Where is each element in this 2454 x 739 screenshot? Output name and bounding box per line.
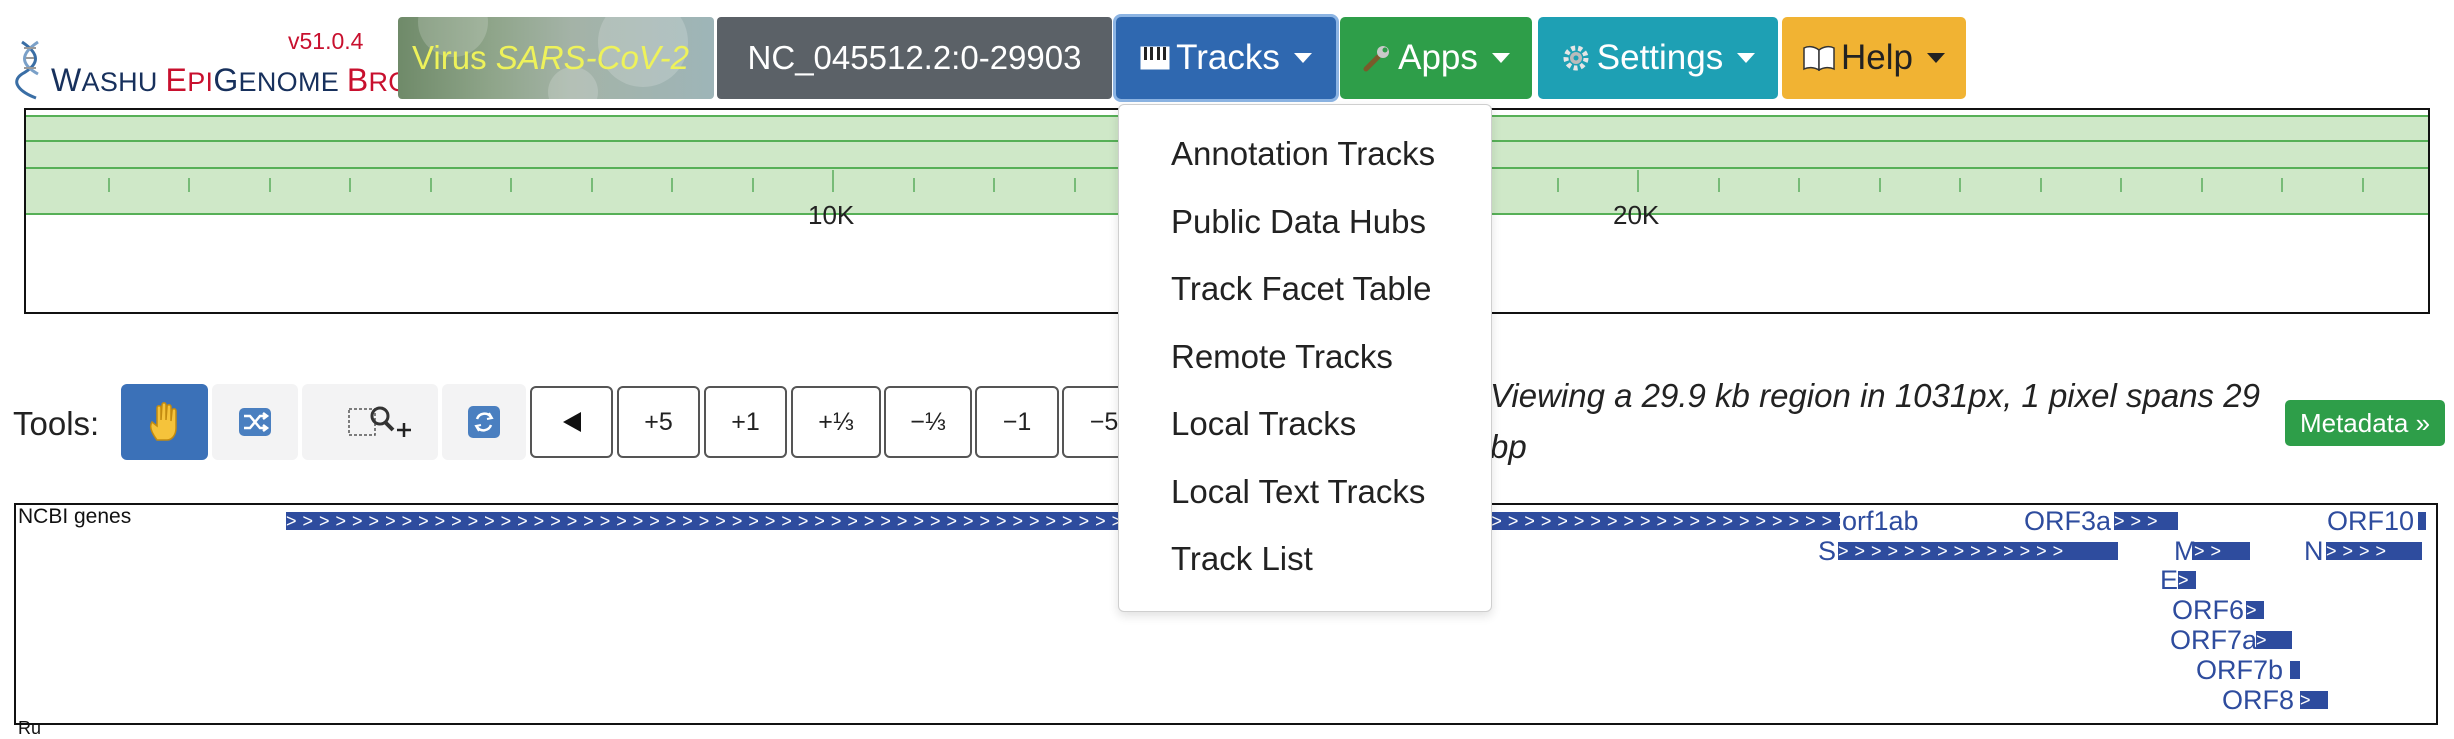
ruler-tick [188, 178, 190, 192]
app-logo[interactable]: v51.0.4 WASHU EPIGENOME BROWSER [10, 18, 492, 100]
gene-bar-m[interactable]: >> [2194, 542, 2250, 560]
tracks-dropdown-menu: Annotation Tracks Public Data Hubs Track… [1118, 104, 1492, 612]
next-track-label: Ru [18, 718, 42, 738]
tools-label: Tools: [13, 405, 100, 442]
ruler-tick [993, 178, 995, 192]
ruler-tick [107, 178, 110, 192]
menu-item-remote-tracks[interactable]: Remote Tracks [1171, 338, 1393, 376]
gene-label-orf10[interactable]: ORF10 [2327, 507, 2414, 535]
ruler-tick [2200, 178, 2203, 192]
genome-label: Virus SARS-CoV-2 [412, 39, 689, 76]
gene-bar-orf6[interactable]: > [2246, 601, 2264, 619]
help-menu-label: Help [1841, 38, 1913, 77]
refresh-icon [468, 406, 500, 438]
gene-label-s[interactable]: S [1818, 537, 1836, 565]
ruler-tick [2281, 178, 2283, 192]
gene-label-orf6[interactable]: ORF6 [2172, 596, 2244, 624]
gene-bar-orf7a[interactable]: > [2256, 631, 2292, 649]
zoom-in-5-button[interactable]: +5 [617, 386, 700, 458]
ruler-tick [429, 178, 432, 192]
zoom-in-third-button[interactable]: +⅓ [791, 386, 881, 458]
reorder-tool-button[interactable] [212, 384, 298, 460]
piano-icon [1140, 46, 1170, 70]
ruler-tick [349, 178, 351, 192]
ruler-tick [751, 178, 754, 192]
gene-label-orf8[interactable]: ORF8 [2222, 686, 2294, 714]
region-button[interactable]: NC_045512.2:0-29903 [717, 17, 1112, 99]
ruler-tick [912, 178, 915, 192]
shuffle-icon [239, 408, 271, 436]
ruler-tick [2039, 178, 2042, 192]
metadata-button[interactable]: Metadata » [2285, 400, 2445, 446]
menu-item-track-facet-table[interactable]: Track Facet Table [1171, 270, 1431, 308]
gene-label-orf3a[interactable]: ORF3a [2024, 507, 2111, 535]
hand-icon [149, 402, 177, 441]
zoom-out-third-button[interactable]: −⅓ [884, 386, 972, 458]
apps-menu-button[interactable]: Apps [1340, 17, 1532, 99]
settings-menu-button[interactable]: Settings [1538, 17, 1778, 99]
menu-item-public-data-hubs[interactable]: Public Data Hubs [1171, 203, 1426, 241]
zoom-region-tool-button[interactable] [302, 384, 438, 460]
gene-bar-e[interactable]: > [2178, 571, 2196, 589]
chevron-down-icon [1491, 53, 1510, 63]
ruler-label-10k: 10K [808, 200, 855, 230]
gene-label-e[interactable]: E [2160, 566, 2178, 594]
tracks-menu-button[interactable]: Tracks [1116, 17, 1336, 99]
genome-button[interactable]: Virus SARS-CoV-2 [398, 17, 714, 99]
ruler-tick [1717, 178, 1720, 192]
gene-label-orf7b[interactable]: ORF7b [2196, 656, 2283, 684]
tracks-menu-label: Tracks [1176, 38, 1280, 77]
ruler-tick [2361, 178, 2364, 192]
dna-logo-icon [15, 40, 39, 100]
zoom-in-1-button[interactable]: +1 [704, 386, 787, 458]
gene-bar-n[interactable]: >>>> [2326, 542, 2422, 560]
ruler-tick [1073, 178, 1076, 192]
reset-tool-button[interactable] [442, 384, 526, 460]
chevron-down-icon [1293, 53, 1312, 63]
ruler-tick [2120, 178, 2122, 192]
pan-left-button[interactable] [530, 386, 613, 458]
ruler-tick [1959, 178, 1961, 192]
app-version: v51.0.4 [288, 28, 364, 54]
triangle-left-icon [562, 412, 581, 432]
gene-bar-orf8[interactable]: > [2300, 691, 2328, 709]
ruler-tick [510, 178, 512, 192]
menu-item-local-text-tracks[interactable]: Local Text Tracks [1171, 473, 1425, 511]
ruler-label-20k: 20K [1613, 200, 1660, 230]
ruler-tick [1878, 178, 1881, 192]
ruler-tick [268, 178, 271, 192]
ruler-tick [832, 170, 834, 192]
track-label: NCBI genes [18, 505, 132, 528]
ruler-tick [671, 178, 673, 192]
ruler-tick [590, 178, 593, 192]
gene-label-m[interactable]: M [2174, 537, 2197, 565]
menu-item-local-tracks[interactable]: Local Tracks [1171, 405, 1356, 443]
region-label: NC_045512.2:0-29903 [747, 39, 1082, 76]
ruler-tick [1637, 170, 1639, 192]
gene-bar-orf1ab[interactable]: >>>>>>>>>>>>>>>>>>>>>>>>>>>>>>>>>>>>>>>>… [286, 512, 1840, 530]
viewing-info-text: Viewing a 29.9 kb region in 1031px, 1 pi… [1490, 377, 2260, 465]
wrench-icon [1363, 46, 1390, 72]
gene-label-orf7a[interactable]: ORF7a [2170, 626, 2257, 654]
gear-icon [1563, 45, 1589, 71]
apps-menu-label: Apps [1398, 38, 1478, 77]
menu-item-track-list[interactable]: Track List [1171, 540, 1313, 578]
settings-menu-label: Settings [1596, 38, 1724, 77]
menu-item-annotation-tracks[interactable]: Annotation Tracks [1171, 135, 1435, 173]
zoom-out-1-button[interactable]: −1 [975, 386, 1059, 458]
help-menu-button[interactable]: Help [1782, 17, 1966, 99]
ruler-tick [1798, 178, 1800, 192]
gene-bar-orf7b[interactable] [2290, 661, 2300, 679]
gene-bar-s[interactable]: >>>>>>>>>>>>>> [1838, 542, 2118, 560]
gene-label-n[interactable]: N [2304, 537, 2324, 565]
chevron-down-icon [1737, 53, 1756, 63]
chevron-down-icon [1926, 53, 1945, 63]
gene-bar-orf10[interactable] [2418, 512, 2426, 530]
drag-tool-button[interactable] [121, 384, 208, 460]
gene-label-orf1ab[interactable]: orf1ab [1842, 507, 1919, 535]
book-icon [1803, 45, 1835, 71]
gene-bar-orf3a[interactable]: >>> [2114, 512, 2178, 530]
zoom-in-icon [348, 406, 411, 437]
ruler-tick [1556, 178, 1559, 192]
